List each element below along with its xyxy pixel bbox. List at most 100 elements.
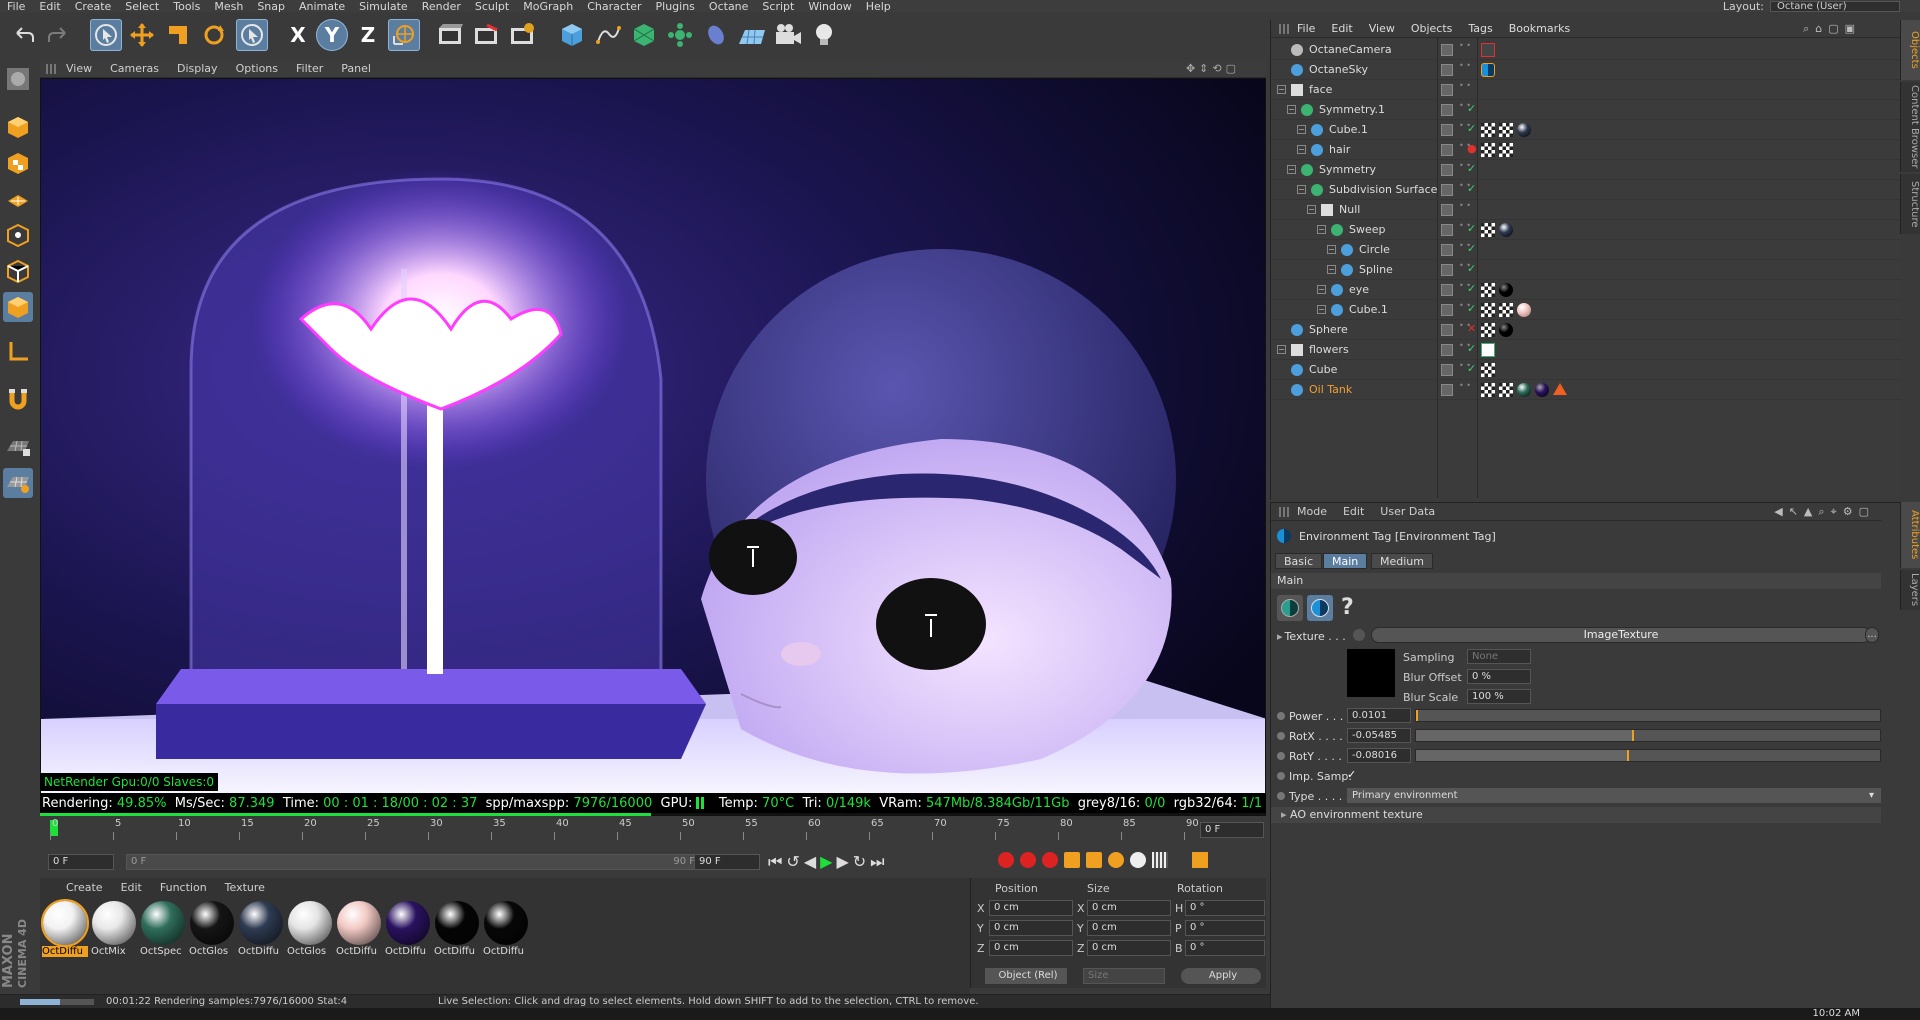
material-tag-icon[interactable] xyxy=(1481,363,1495,377)
warning-icon[interactable] xyxy=(1553,383,1567,395)
edit-visibility-icon[interactable] xyxy=(1441,44,1453,56)
enabled-check-icon[interactable]: ✓ xyxy=(1467,222,1476,235)
tree-expander-icon[interactable]: − xyxy=(1327,245,1336,254)
material-swatch[interactable]: OctDiffu xyxy=(434,900,480,966)
env-icon-2[interactable] xyxy=(1307,595,1333,621)
y-axis-icon[interactable]: Y xyxy=(316,19,348,51)
material-swatch[interactable]: OctSpec xyxy=(140,900,186,966)
tree-expander-icon[interactable]: − xyxy=(1287,105,1296,114)
menu-file[interactable]: File xyxy=(0,1,32,12)
tree-expander-icon[interactable]: − xyxy=(1287,165,1296,174)
polygons-mode-icon[interactable] xyxy=(3,292,33,322)
enabled-check-icon[interactable]: ✓ xyxy=(1467,342,1476,355)
viewport-menu-view[interactable]: View xyxy=(66,62,92,75)
position-z-input[interactable]: 0 cm xyxy=(989,940,1073,956)
make-editable-icon[interactable] xyxy=(3,64,33,94)
menu-simulate[interactable]: Simulate xyxy=(352,1,415,12)
material-menu-edit[interactable]: Edit xyxy=(121,881,142,894)
tab-medium[interactable]: Medium xyxy=(1371,553,1433,569)
go-to-start-icon[interactable]: ⏮ xyxy=(768,852,782,872)
material-swatch[interactable]: OctDiffu xyxy=(483,900,529,966)
menu-plugins[interactable]: Plugins xyxy=(649,1,702,12)
enabled-check-icon[interactable]: ✓ xyxy=(1467,362,1476,375)
material-tag-icon[interactable] xyxy=(1499,383,1513,397)
rotation-h-input[interactable]: 0 ° xyxy=(1185,900,1265,916)
env-icon-1[interactable] xyxy=(1277,595,1303,621)
layer-dots-icon[interactable]: • • xyxy=(1459,42,1471,50)
object-row[interactable]: − flowers • • ✓ xyxy=(1271,340,1901,360)
object-row[interactable]: − hair • • ● xyxy=(1271,140,1901,160)
object-row[interactable]: − Symmetry • • ✓ xyxy=(1271,160,1901,180)
menu-animate[interactable]: Animate xyxy=(292,1,352,12)
recent-tool-icon[interactable] xyxy=(236,19,268,51)
roty-slider[interactable] xyxy=(1415,749,1881,762)
viewport-menu-filter[interactable]: Filter xyxy=(296,62,323,75)
redo-icon[interactable] xyxy=(42,19,74,51)
edit-visibility-icon[interactable] xyxy=(1441,84,1453,96)
current-frame-field[interactable]: 0 F xyxy=(1200,822,1264,838)
material-tag-icon[interactable] xyxy=(1499,303,1513,317)
tab-main[interactable]: Main xyxy=(1323,553,1368,569)
material-menu-create[interactable]: Create xyxy=(66,881,103,894)
material-tag-icon[interactable] xyxy=(1517,303,1531,317)
deformer-icon[interactable] xyxy=(700,19,732,51)
auto-key-icon[interactable] xyxy=(1020,852,1036,868)
side-tab-structure[interactable]: Structure xyxy=(1900,174,1920,234)
menu-render[interactable]: Render xyxy=(415,1,468,12)
next-key-icon[interactable]: ↻ xyxy=(853,852,866,872)
timeline-ruler[interactable]: 0 F 0 5 10 15 20 25 30 35 40 45 50 55 60 65 70 75 80 85 90 xyxy=(40,818,1266,850)
side-tab-attributes[interactable]: Attributes xyxy=(1900,502,1920,568)
material-tag-icon[interactable] xyxy=(1499,143,1513,157)
play-icon[interactable]: ▶ xyxy=(820,852,832,872)
material-tag-icon[interactable] xyxy=(1535,383,1549,397)
enabled-check-icon[interactable]: ✓ xyxy=(1467,282,1476,295)
tree-expander-icon[interactable]: − xyxy=(1277,345,1286,354)
enabled-check-icon[interactable]: ✓ xyxy=(1467,122,1476,135)
material-swatch[interactable]: OctDiffu xyxy=(41,899,89,966)
objects-menu-objects[interactable]: Objects xyxy=(1411,22,1453,35)
help-icon[interactable]: ? xyxy=(1341,595,1354,620)
size-y-input[interactable]: 0 cm xyxy=(1087,920,1171,936)
enabled-check-icon[interactable]: ✓ xyxy=(1467,302,1476,315)
display-tag-icon[interactable] xyxy=(1481,343,1495,357)
material-tag-icon[interactable] xyxy=(1499,283,1513,297)
object-row[interactable]: Oil Tank • • xyxy=(1271,380,1901,400)
object-row[interactable]: − Cube.1 • • ✓ xyxy=(1271,300,1901,320)
tree-expander-icon[interactable]: − xyxy=(1297,145,1306,154)
texture-toggle-icon[interactable] xyxy=(1353,629,1365,641)
object-row[interactable]: − face • • xyxy=(1271,80,1901,100)
material-swatch[interactable]: OctGlos xyxy=(189,900,235,966)
edit-visibility-icon[interactable] xyxy=(1441,344,1453,356)
tree-expander-icon[interactable]: − xyxy=(1317,285,1326,294)
texture-button[interactable]: ImageTexture xyxy=(1371,627,1871,643)
layer-dots-icon[interactable]: • • xyxy=(1459,62,1471,70)
material-swatch[interactable]: OctDiffu xyxy=(238,900,284,966)
tree-expander-icon[interactable]: − xyxy=(1297,185,1306,194)
edit-visibility-icon[interactable] xyxy=(1441,144,1453,156)
param-key-icon[interactable] xyxy=(1130,852,1146,868)
menu-create[interactable]: Create xyxy=(68,1,119,12)
tree-expander-icon[interactable]: − xyxy=(1307,205,1316,214)
material-tag-icon[interactable] xyxy=(1499,323,1513,337)
menu-help[interactable]: Help xyxy=(859,1,898,12)
snap-icon[interactable] xyxy=(3,384,33,414)
edit-visibility-icon[interactable] xyxy=(1441,304,1453,316)
layout-switcher[interactable]: Layout: Octane (User) xyxy=(1723,0,1900,13)
menu-mograph[interactable]: MoGraph xyxy=(516,1,580,12)
texture-more-button[interactable]: ... xyxy=(1865,627,1879,643)
scale-key-icon[interactable] xyxy=(1086,852,1102,868)
rotate-icon[interactable] xyxy=(198,19,230,51)
tab-basic[interactable]: Basic xyxy=(1275,553,1323,569)
objects-menu-bookmarks[interactable]: Bookmarks xyxy=(1509,22,1570,35)
object-row[interactable]: − Null • • xyxy=(1271,200,1901,220)
keyframe-selection-icon[interactable] xyxy=(1042,852,1058,868)
rotate-key-icon[interactable] xyxy=(1108,852,1124,868)
enabled-check-icon[interactable]: ✓ xyxy=(1467,102,1476,115)
side-tab-layers[interactable]: Layers xyxy=(1900,570,1920,610)
object-row[interactable]: Sphere • • ✕ xyxy=(1271,320,1901,340)
material-tag-icon[interactable] xyxy=(1481,303,1495,317)
menu-edit[interactable]: Edit xyxy=(32,1,67,12)
pla-key-icon[interactable] xyxy=(1152,852,1168,868)
object-row[interactable]: − Sweep • • ✓ xyxy=(1271,220,1901,240)
edit-visibility-icon[interactable] xyxy=(1441,184,1453,196)
